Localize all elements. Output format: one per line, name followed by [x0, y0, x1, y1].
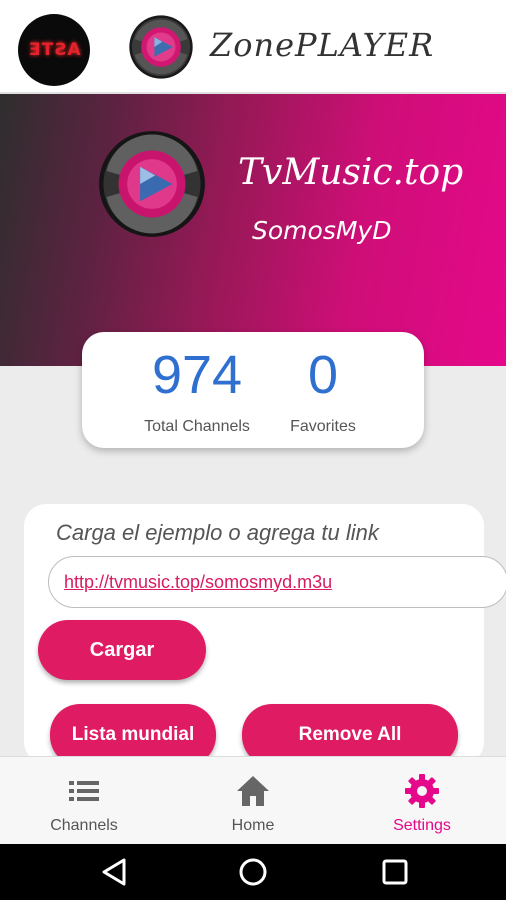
recents-square-icon[interactable] [379, 856, 411, 888]
avatar-logo-text: ASTE [27, 40, 81, 60]
hero-banner: TvMusic.top SomosMyD [0, 94, 506, 366]
total-channels-count: 974 [151, 345, 243, 405]
top-app-bar: ASTE ZonePLAYER [0, 0, 506, 94]
system-navigation-bar [0, 844, 506, 900]
nav-item-channels[interactable]: Channels [0, 757, 168, 845]
nav-label-home: Home [231, 817, 275, 834]
total-channels-label: Total Channels [144, 418, 250, 435]
stats-card: 974 Total Channels 0 Favorites [82, 332, 424, 448]
hero-title: TvMusic.top [238, 152, 464, 193]
favorites-label: Favorites [290, 418, 356, 435]
hero-subtitle: SomosMyD [252, 216, 392, 245]
playlist-link-input[interactable]: http://tvmusic.top/somosmyd.m3u [48, 556, 506, 608]
home-icon [237, 776, 269, 806]
nav-item-home[interactable]: Home [169, 757, 337, 845]
list-icon [69, 781, 99, 801]
play-disc-logo-icon [129, 15, 193, 79]
home-circle-icon[interactable] [237, 856, 269, 888]
panel-prompt: Carga el ejemplo o agrega tu link [56, 520, 379, 545]
total-channels-stat: 974 Total Channels [132, 344, 262, 436]
nav-label-channels: Channels [50, 817, 118, 834]
back-triangle-icon[interactable] [98, 856, 130, 888]
channel-avatar[interactable]: ASTE [18, 14, 90, 86]
nav-label-settings: Settings [393, 817, 451, 834]
bottom-navigation: Channels Home Settings [0, 756, 506, 845]
playlist-link-value[interactable]: http://tvmusic.top/somosmyd.m3u [64, 572, 332, 593]
load-button[interactable]: Cargar [38, 620, 206, 680]
app-title: ZonePLAYER [210, 26, 435, 64]
favorites-count: 0 [307, 345, 339, 405]
favorites-stat: 0 Favorites [278, 344, 368, 436]
nav-item-settings[interactable]: Settings [338, 757, 506, 845]
gear-icon [405, 774, 439, 808]
play-disc-logo-icon [99, 131, 205, 237]
